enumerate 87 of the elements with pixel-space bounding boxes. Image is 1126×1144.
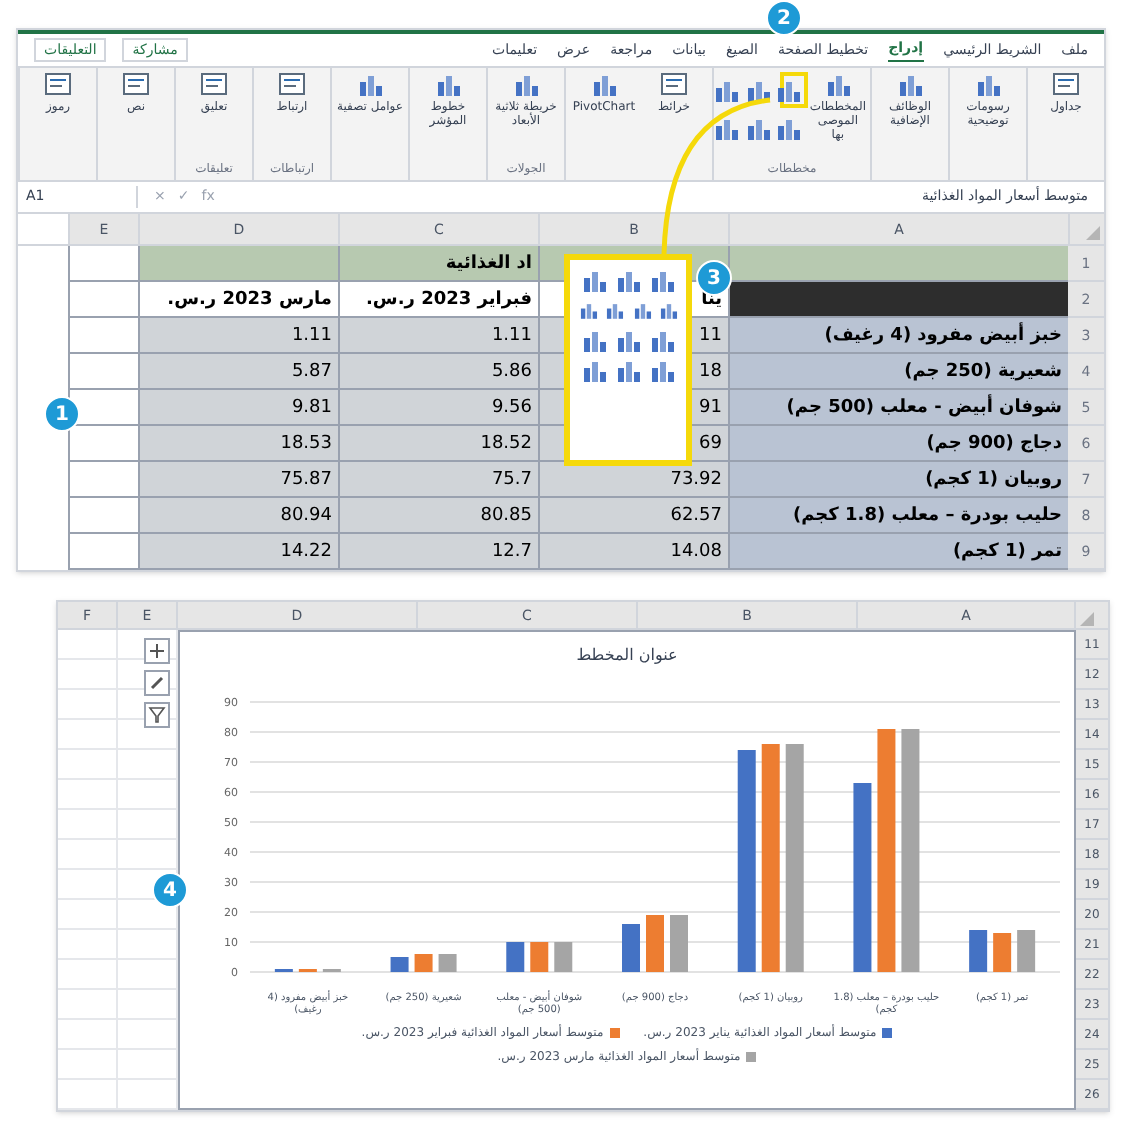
bar-chart[interactable] (178, 630, 1076, 1110)
table-cell: 1.11 (338, 318, 538, 354)
table-cell: شعيرية (250 جم) (728, 354, 1068, 390)
triangle-icon (1080, 612, 1094, 626)
table-cell: تمر (1 كجم) (728, 534, 1068, 570)
table-cell: مارس 2023 ر.س. (138, 282, 338, 318)
table-cell: 9.56 (338, 390, 538, 426)
table-cell: 12.7 (338, 534, 538, 570)
bar-chart-icon (512, 72, 540, 96)
brush-icon (148, 674, 166, 692)
bar-chart-icon (712, 116, 741, 140)
document-icon (44, 72, 72, 96)
bar-chart-icon (896, 72, 924, 96)
table-cell: 80.85 (338, 498, 538, 534)
table-cell: 75.87 (138, 462, 338, 498)
empty-cell (58, 750, 118, 780)
bar-chart-icon (648, 268, 676, 292)
table-cell: 5.87 (138, 354, 338, 390)
chart-title: عنوان المخطط (574, 644, 680, 668)
callout-badge: 2 (766, 0, 802, 36)
filter-icon (148, 706, 166, 724)
bar-chart-icon (657, 298, 678, 322)
bar-chart-icon (434, 72, 462, 96)
bar-chart-icon (773, 116, 802, 140)
bar-chart-icon (580, 268, 608, 292)
bar-chart-icon (823, 72, 852, 96)
bar-chart-icon (578, 298, 599, 322)
empty-cell (58, 1080, 118, 1110)
empty-cell (58, 900, 118, 930)
document-icon (200, 72, 228, 96)
empty-cell (58, 720, 118, 750)
bar-chart-icon (580, 328, 608, 352)
bar-chart-icon (590, 72, 618, 96)
bar-chart-icon (356, 72, 384, 96)
table-cell: روبيان (1 كجم) (728, 462, 1068, 498)
table-cell: 9.81 (138, 390, 338, 426)
document-icon (1052, 72, 1080, 96)
bar-chart-icon (614, 358, 642, 382)
table-cell: خبز أبيض مفرود (4 رغيف) (728, 318, 1068, 354)
chart-type-button[interactable] (779, 72, 808, 108)
bar-chart-icon (631, 298, 652, 322)
bar-chart-icon (614, 328, 642, 352)
bar-chart-icon (648, 358, 676, 382)
bar-chart-icon (974, 72, 1002, 96)
add-element-icon (148, 642, 166, 660)
empty-cell (58, 780, 118, 810)
document-icon (660, 72, 688, 96)
bar-chart-icon (604, 298, 625, 322)
table-cell: 14.08 (538, 534, 728, 570)
empty-cell (58, 870, 118, 900)
bar-chart-icon (743, 116, 772, 140)
empty-cell (58, 690, 118, 720)
table-cell: فبراير 2023 ر.س. (338, 282, 538, 318)
empty-cell (58, 840, 118, 870)
table-cell: شوفان أبيض - معلب (500 جم) (728, 390, 1068, 426)
table-cell: 1.11 (138, 318, 338, 354)
document-icon (278, 72, 306, 96)
bar-chart-icon (614, 268, 642, 292)
table-cell: 62.57 (538, 498, 728, 534)
table-cell: 14.22 (138, 534, 338, 570)
empty-cell (58, 930, 118, 960)
empty-cell (58, 810, 118, 840)
chart-tool-button[interactable] (144, 702, 170, 728)
empty-cell (58, 960, 118, 990)
table-cell: 5.86 (338, 354, 538, 390)
table-cell: 18.52 (338, 426, 538, 462)
table-cell: دجاج (900 جم) (728, 426, 1068, 462)
bar-chart-icon (648, 328, 676, 352)
empty-cell (58, 1050, 118, 1080)
table-cell: حليب بودرة – معلب (1.8 كجم) (728, 498, 1068, 534)
bar-chart-icon (712, 78, 741, 102)
bar-chart-icon (580, 358, 608, 382)
chart-tool-button[interactable] (144, 638, 170, 664)
table-cell: 18.53 (138, 426, 338, 462)
bar-chart-icon (743, 78, 772, 102)
chart-tool-button[interactable] (144, 670, 170, 696)
empty-cell (58, 630, 118, 660)
table-cell: اد الغذائية (338, 246, 538, 282)
document-icon (122, 72, 150, 96)
bar-chart-icon (773, 78, 802, 102)
table-cell: 73.92 (538, 462, 728, 498)
triangle-icon (1086, 226, 1100, 240)
table-cell: 75.7 (338, 462, 538, 498)
empty-cell (58, 660, 118, 690)
empty-cell (58, 990, 118, 1020)
empty-cell (58, 1020, 118, 1050)
table-cell: 80.94 (138, 498, 338, 534)
